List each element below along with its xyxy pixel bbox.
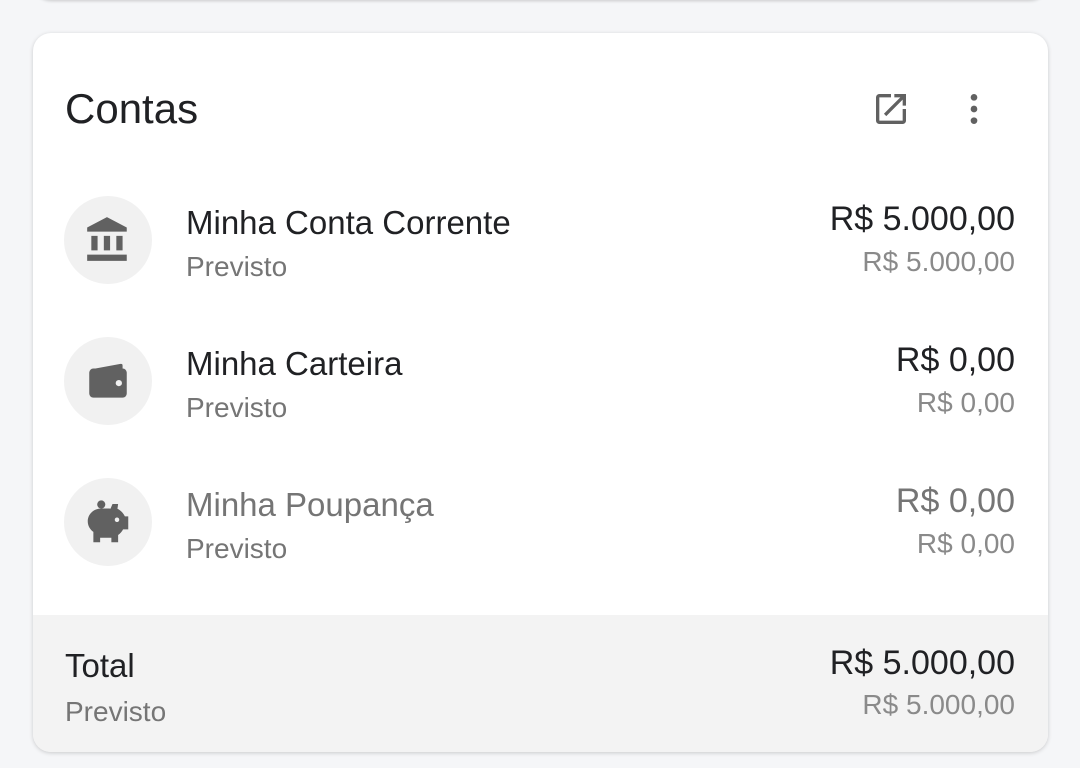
wallet-icon	[89, 363, 127, 398]
account-name: Minha Poupança	[186, 486, 434, 523]
account-subtitle: Previsto	[186, 533, 288, 564]
card-title: Contas	[65, 85, 199, 132]
account-subtitle: Previsto	[186, 251, 288, 282]
total-row: Total Previsto R$ 5.000,00 R$ 5.000,00	[33, 615, 1048, 752]
account-avatar	[64, 196, 152, 284]
total-subtitle: Previsto	[65, 696, 167, 727]
account-row-conta-corrente[interactable]: Minha Conta Corrente Previsto R$ 5.000,0…	[33, 183, 1048, 324]
account-balance: R$ 0,00	[895, 482, 1015, 520]
account-forecast: R$ 0,00	[916, 528, 1015, 559]
total-label: Total	[65, 647, 135, 684]
account-subtitle: Previsto	[186, 392, 288, 423]
account-forecast: R$ 5.000,00	[862, 246, 1015, 277]
account-forecast: R$ 0,00	[916, 387, 1015, 418]
bank-icon	[87, 217, 127, 261]
account-row-poupanca[interactable]: Minha Poupança Previsto R$ 0,00 R$ 0,00	[33, 465, 1048, 606]
accounts-card: Contas Minha Conta Corrente Previsto R$ …	[33, 33, 1048, 752]
more-vert-icon	[970, 94, 978, 124]
account-balance: R$ 0,00	[895, 341, 1015, 379]
open-in-new-button[interactable]	[867, 85, 915, 133]
account-balance: R$ 5.000,00	[829, 200, 1015, 238]
total-balance: R$ 5.000,00	[829, 644, 1015, 682]
total-forecast: R$ 5.000,00	[862, 689, 1015, 720]
account-row-carteira[interactable]: Minha Carteira Previsto R$ 0,00 R$ 0,00	[33, 324, 1048, 465]
piggy-bank-icon	[87, 500, 129, 543]
account-name: Minha Conta Corrente	[186, 204, 511, 241]
account-name: Minha Carteira	[186, 345, 403, 382]
account-avatar	[64, 337, 152, 425]
account-avatar	[64, 478, 152, 566]
open-in-new-icon	[876, 94, 906, 124]
more-options-button[interactable]	[950, 85, 998, 133]
card-header: Contas	[33, 33, 1048, 183]
